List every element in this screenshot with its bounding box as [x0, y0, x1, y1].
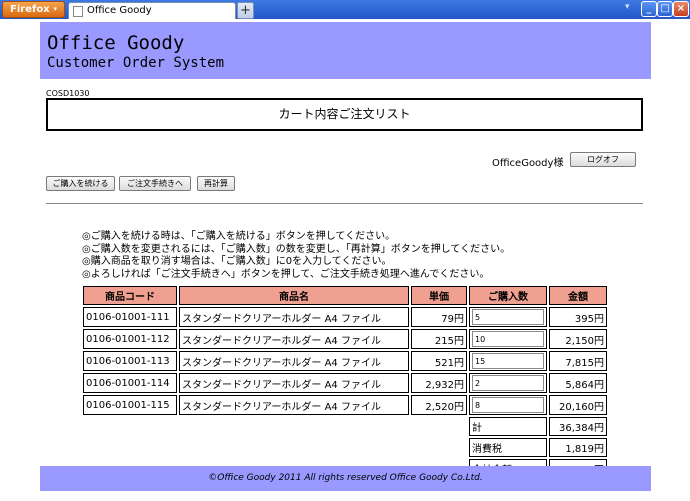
unit-price: 215円	[411, 329, 467, 349]
product-name: スタンダードクリアーホルダー A4 ファイル	[179, 351, 409, 371]
tax-label: 消費税	[469, 438, 547, 457]
table-row: 0106-01001-111 スタンダードクリアーホルダー A4 ファイル 79…	[83, 307, 607, 327]
quantity-cell	[469, 307, 547, 327]
divider	[46, 203, 643, 204]
quantity-input[interactable]	[472, 353, 544, 369]
subtotal-row: 計 36,384円	[83, 417, 607, 436]
unit-price: 79円	[411, 307, 467, 327]
header-amount: 金額	[549, 286, 607, 305]
line-amount: 5,864円	[549, 373, 607, 393]
site-subtitle: Customer Order System	[47, 55, 225, 71]
order-table: 商品コード 商品名 単価 ご購入数 金額 0106-01001-111 スタンダ…	[81, 284, 609, 480]
header-code: 商品コード	[83, 286, 177, 305]
browser-toolbar: Firefox ▾ Office Goody + ▾ _ □ ×	[0, 0, 690, 19]
browser-tab[interactable]: Office Goody	[68, 2, 236, 19]
checkout-button[interactable]: ご注文手続きへ	[119, 176, 191, 191]
table-row: 0106-01001-115 スタンダードクリアーホルダー A4 ファイル 2,…	[83, 395, 607, 415]
chevron-down-icon: ▾	[53, 5, 57, 13]
header-price: 単価	[411, 286, 467, 305]
product-name: スタンダードクリアーホルダー A4 ファイル	[179, 373, 409, 393]
continue-shopping-button[interactable]: ご購入を続ける	[46, 176, 115, 191]
tax-value: 1,819円	[549, 438, 607, 457]
site-header: Office Goody Customer Order System	[40, 22, 651, 79]
firefox-menu-button[interactable]: Firefox ▾	[2, 1, 65, 18]
subtotal-label: 計	[469, 417, 547, 436]
screen-id: COSD1030	[46, 89, 90, 98]
product-code: 0106-01001-115	[83, 395, 177, 415]
table-row: 0106-01001-113 スタンダードクリアーホルダー A4 ファイル 52…	[83, 351, 607, 371]
page-title: カート内容ご注文リスト	[46, 98, 643, 131]
tab-list-icon[interactable]: ▾	[625, 2, 630, 12]
minimize-button[interactable]: _	[641, 1, 657, 17]
product-code: 0106-01001-111	[83, 307, 177, 327]
tax-row: 消費税 1,819円	[83, 438, 607, 457]
line-amount: 7,815円	[549, 351, 607, 371]
new-tab-button[interactable]: +	[237, 2, 254, 19]
quantity-input[interactable]	[472, 375, 544, 391]
quantity-input[interactable]	[472, 309, 544, 325]
subtotal-value: 36,384円	[549, 417, 607, 436]
instruction-line: ◎ご購入数を変更されるには、「ご購入数」の数を変更し、「再計算」ボタンを押してく…	[82, 243, 511, 255]
quantity-cell	[469, 351, 547, 371]
recalculate-button[interactable]: 再計算	[197, 176, 235, 191]
table-row: 0106-01001-114 スタンダードクリアーホルダー A4 ファイル 2,…	[83, 373, 607, 393]
product-name: スタンダードクリアーホルダー A4 ファイル	[179, 395, 409, 415]
line-amount: 20,160円	[549, 395, 607, 415]
quantity-input[interactable]	[472, 331, 544, 347]
unit-price: 521円	[411, 351, 467, 371]
quantity-input[interactable]	[472, 397, 544, 413]
unit-price: 2,520円	[411, 395, 467, 415]
instructions: ◎ご購入を続ける時は、「ご購入を続ける」ボタンを押してください。 ◎ご購入数を変…	[82, 231, 510, 281]
line-amount: 2,150円	[549, 329, 607, 349]
maximize-button[interactable]: □	[657, 1, 673, 17]
line-amount: 395円	[549, 307, 607, 327]
close-window-button[interactable]: ×	[673, 1, 689, 17]
quantity-cell	[469, 395, 547, 415]
header-name: 商品名	[179, 286, 409, 305]
product-name: スタンダードクリアーホルダー A4 ファイル	[179, 307, 409, 327]
site-title: Office Goody	[47, 32, 185, 54]
table-header-row: 商品コード 商品名 単価 ご購入数 金額	[83, 286, 607, 305]
product-code: 0106-01001-112	[83, 329, 177, 349]
quantity-cell	[469, 373, 547, 393]
product-name: スタンダードクリアーホルダー A4 ファイル	[179, 329, 409, 349]
quantity-cell	[469, 329, 547, 349]
instruction-line: ◎よろしければ「ご注文手続きへ」ボタンを押して、ご注文手続き処理へ進んでください…	[82, 268, 490, 280]
instruction-line: ◎ご購入を続ける時は、「ご購入を続ける」ボタンを押してください。	[82, 231, 396, 242]
logout-button[interactable]: ログオフ	[570, 152, 636, 167]
instruction-line: ◎購入商品を取り消す場合は、「ご購入数」に0を入力してください。	[82, 256, 392, 267]
unit-price: 2,932円	[411, 373, 467, 393]
site-footer: ©Office Goody 2011 All rights reserved O…	[40, 466, 651, 491]
header-quantity: ご購入数	[469, 286, 547, 305]
page-icon	[73, 6, 83, 17]
user-name: OfficeGoody様	[492, 158, 564, 169]
firefox-menu-label: Firefox	[10, 4, 50, 15]
product-code: 0106-01001-113	[83, 351, 177, 371]
browser-tab-title: Office Goody	[87, 5, 152, 16]
table-row: 0106-01001-112 スタンダードクリアーホルダー A4 ファイル 21…	[83, 329, 607, 349]
product-code: 0106-01001-114	[83, 373, 177, 393]
